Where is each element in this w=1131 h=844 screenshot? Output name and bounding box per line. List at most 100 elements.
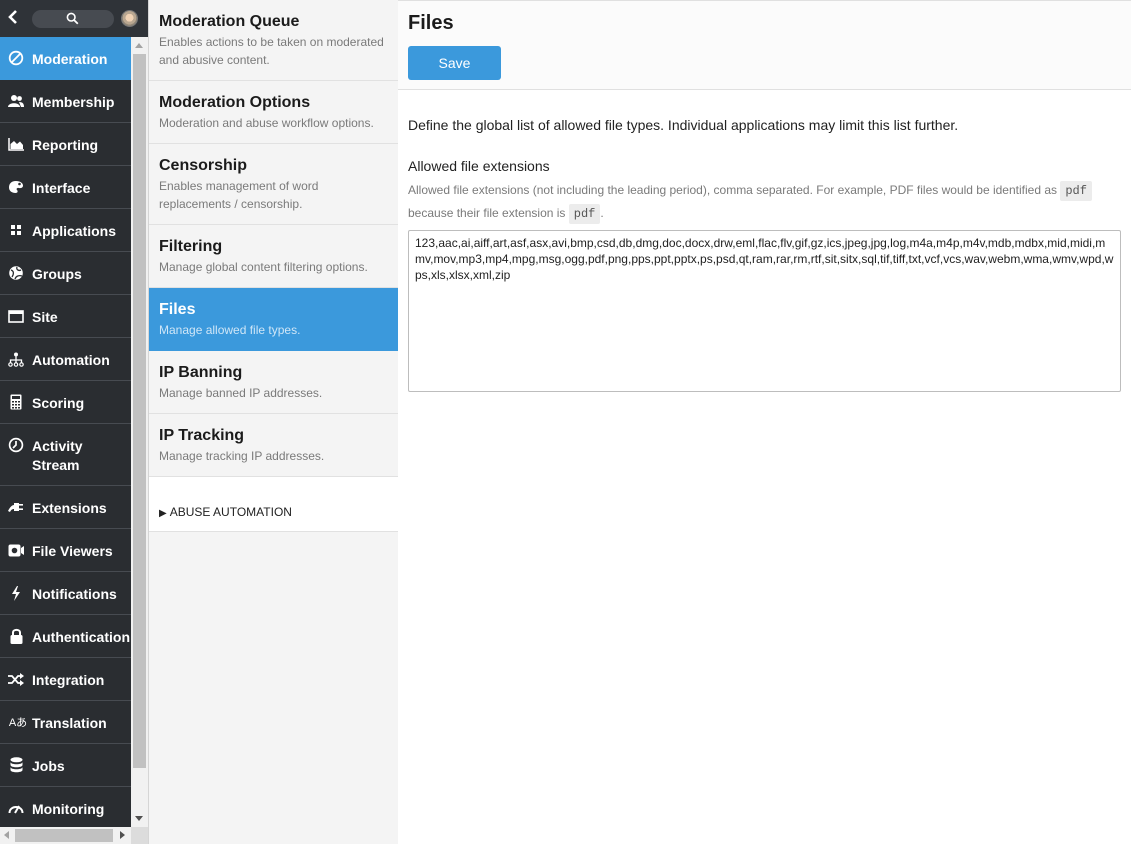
database-icon xyxy=(8,757,24,773)
sidebar-item-label: Site xyxy=(32,309,58,325)
subnav-item-description: Moderation and abuse workflow options. xyxy=(159,116,374,130)
sidebar-item-moderation[interactable]: Moderation xyxy=(0,37,131,80)
sidebar-item-notifications[interactable]: Notifications xyxy=(0,572,131,615)
sidebar-item-extensions[interactable]: Extensions xyxy=(0,486,131,529)
help-text: Allowed file extensions (not including t… xyxy=(408,183,1061,197)
files-settings-panel: Files Save Define the global list of all… xyxy=(398,0,1131,844)
sidebar-item-membership[interactable]: Membership xyxy=(0,80,131,123)
sidebar-item-reporting[interactable]: Reporting xyxy=(0,123,131,166)
subnav-item-title: Censorship xyxy=(159,157,248,174)
chevron-left-icon xyxy=(8,10,17,24)
sidebar-item-monitoring[interactable]: Monitoring xyxy=(0,787,131,827)
sidebar-item-label: File Viewers xyxy=(32,543,113,559)
subnav-item-title: IP Banning xyxy=(159,364,243,381)
sidebar-item-jobs[interactable]: Jobs xyxy=(0,744,131,787)
subnav-item-title: IP Tracking xyxy=(159,427,245,444)
scroll-up-arrow-icon[interactable] xyxy=(135,43,143,48)
sidebar-item-interface[interactable]: Interface xyxy=(0,166,131,209)
sidebar-item-label: Monitoring xyxy=(32,801,105,817)
subnav-item-title: Moderation Options xyxy=(159,94,311,111)
sidebar-item-applications[interactable]: Applications xyxy=(0,209,131,252)
subnav-item-title: Files xyxy=(159,301,196,318)
sidebar-horizontal-scrollbar[interactable] xyxy=(0,827,131,844)
sidebar-item-label: Membership xyxy=(32,94,115,110)
allowed-extensions-help: Allowed file extensions (not including t… xyxy=(408,179,1108,225)
search-button[interactable] xyxy=(32,10,114,28)
sidebar-item-label: Automation xyxy=(32,352,110,368)
user-avatar[interactable] xyxy=(121,10,138,27)
sidebar-item-automation[interactable]: Automation xyxy=(0,338,131,381)
plug-icon xyxy=(8,499,24,515)
sidebar-item-label: Activity Stream xyxy=(32,438,83,473)
subnav-item-title: Filtering xyxy=(159,238,223,255)
sidebar-item-label: Moderation xyxy=(32,51,108,67)
search-icon xyxy=(66,12,79,25)
subnav-item-moderation-options[interactable]: Moderation Options Moderation and abuse … xyxy=(149,81,398,144)
admin-sidebar: Moderation Membership Reporting Interfac… xyxy=(0,0,148,844)
sidebar-item-label: Notifications xyxy=(32,586,117,602)
sidebar-item-file-viewers[interactable]: File Viewers xyxy=(0,529,131,572)
language-icon: Aあ xyxy=(8,717,28,729)
subnav-item-ip-banning[interactable]: IP Banning Manage banned IP addresses. xyxy=(149,351,398,414)
sidebar-item-label: Jobs xyxy=(32,758,65,774)
sidebar-item-label: Groups xyxy=(32,266,82,282)
sitemap-icon xyxy=(8,351,24,367)
subnav-item-moderation-queue[interactable]: Moderation Queue Enables actions to be t… xyxy=(149,0,398,81)
expand-triangle-icon: ▶ xyxy=(159,508,167,519)
lock-icon xyxy=(8,628,24,644)
back-button[interactable] xyxy=(8,9,22,27)
code-sample: pdf xyxy=(568,204,601,224)
code-sample: pdf xyxy=(1060,181,1092,201)
sidebar-item-activity-stream[interactable]: Activity Stream xyxy=(0,424,131,486)
calculator-icon xyxy=(8,394,24,410)
sidebar-item-scoring[interactable]: Scoring xyxy=(0,381,131,424)
sidebar-toolbar xyxy=(0,0,148,37)
scrollbar-thumb[interactable] xyxy=(133,54,146,768)
abuse-automation-label: ABUSE AUTOMATION xyxy=(169,505,292,519)
sidebar-item-label: Applications xyxy=(32,223,117,239)
grid-icon xyxy=(8,222,24,238)
sidebar-item-label: Extensions xyxy=(32,500,107,516)
sidebar-item-translation[interactable]: Aあ Translation xyxy=(0,701,131,744)
scroll-right-arrow-icon[interactable] xyxy=(120,831,125,839)
users-icon xyxy=(8,93,24,109)
sidebar-item-site[interactable]: Site xyxy=(0,295,131,338)
camera-icon xyxy=(8,542,24,558)
help-text: because their file extension is xyxy=(408,206,569,220)
globe-icon xyxy=(8,265,24,281)
sidebar-item-label: Authentication xyxy=(32,629,130,645)
save-button[interactable]: Save xyxy=(408,46,501,80)
subnav-item-files[interactable]: Files Manage allowed file types. xyxy=(149,288,398,351)
sidebar-vertical-scrollbar[interactable] xyxy=(131,37,148,827)
help-text: . xyxy=(600,206,604,220)
sidebar-item-integration[interactable]: Integration xyxy=(0,658,131,701)
area-chart-icon xyxy=(8,136,24,152)
abuse-automation-toggle[interactable]: ▶ ABUSE AUTOMATION xyxy=(149,477,398,532)
scroll-left-arrow-icon[interactable] xyxy=(4,831,9,839)
moderation-subnav: Moderation Queue Enables actions to be t… xyxy=(148,0,398,844)
subnav-item-ip-tracking[interactable]: IP Tracking Manage tracking IP addresses… xyxy=(149,414,398,477)
subnav-item-title: Moderation Queue xyxy=(159,13,300,30)
subnav-item-description: Manage allowed file types. xyxy=(159,323,301,337)
subnav-item-description: Manage banned IP addresses. xyxy=(159,386,323,400)
subnav-item-filtering[interactable]: Filtering Manage global content filterin… xyxy=(149,225,398,288)
sidebar-item-label: Scoring xyxy=(32,395,85,411)
bolt-icon xyxy=(8,585,24,601)
scrollbar-corner xyxy=(131,827,148,844)
scrollbar-thumb[interactable] xyxy=(15,829,113,842)
allowed-extensions-label: Allowed file extensions xyxy=(408,158,550,174)
page-title: Files xyxy=(408,12,454,34)
subnav-item-description: Manage tracking IP addresses. xyxy=(159,449,325,463)
sidebar-item-label: Integration xyxy=(32,672,105,688)
window-icon xyxy=(8,308,24,324)
scroll-down-arrow-icon[interactable] xyxy=(135,816,143,821)
sidebar-item-label: Reporting xyxy=(32,137,99,153)
sidebar-item-groups[interactable]: Groups xyxy=(0,252,131,295)
gauge-icon xyxy=(8,800,24,816)
sidebar-item-authentication[interactable]: Authentication xyxy=(0,615,131,658)
sidebar-item-label: Interface xyxy=(32,180,91,196)
subnav-item-censorship[interactable]: Censorship Enables management of word re… xyxy=(149,144,398,225)
allowed-extensions-input[interactable]: 123,aac,ai,aiff,art,asf,asx,avi,bmp,csd,… xyxy=(408,230,1121,392)
panel-description: Define the global list of allowed file t… xyxy=(408,117,959,133)
block-icon xyxy=(8,50,24,66)
